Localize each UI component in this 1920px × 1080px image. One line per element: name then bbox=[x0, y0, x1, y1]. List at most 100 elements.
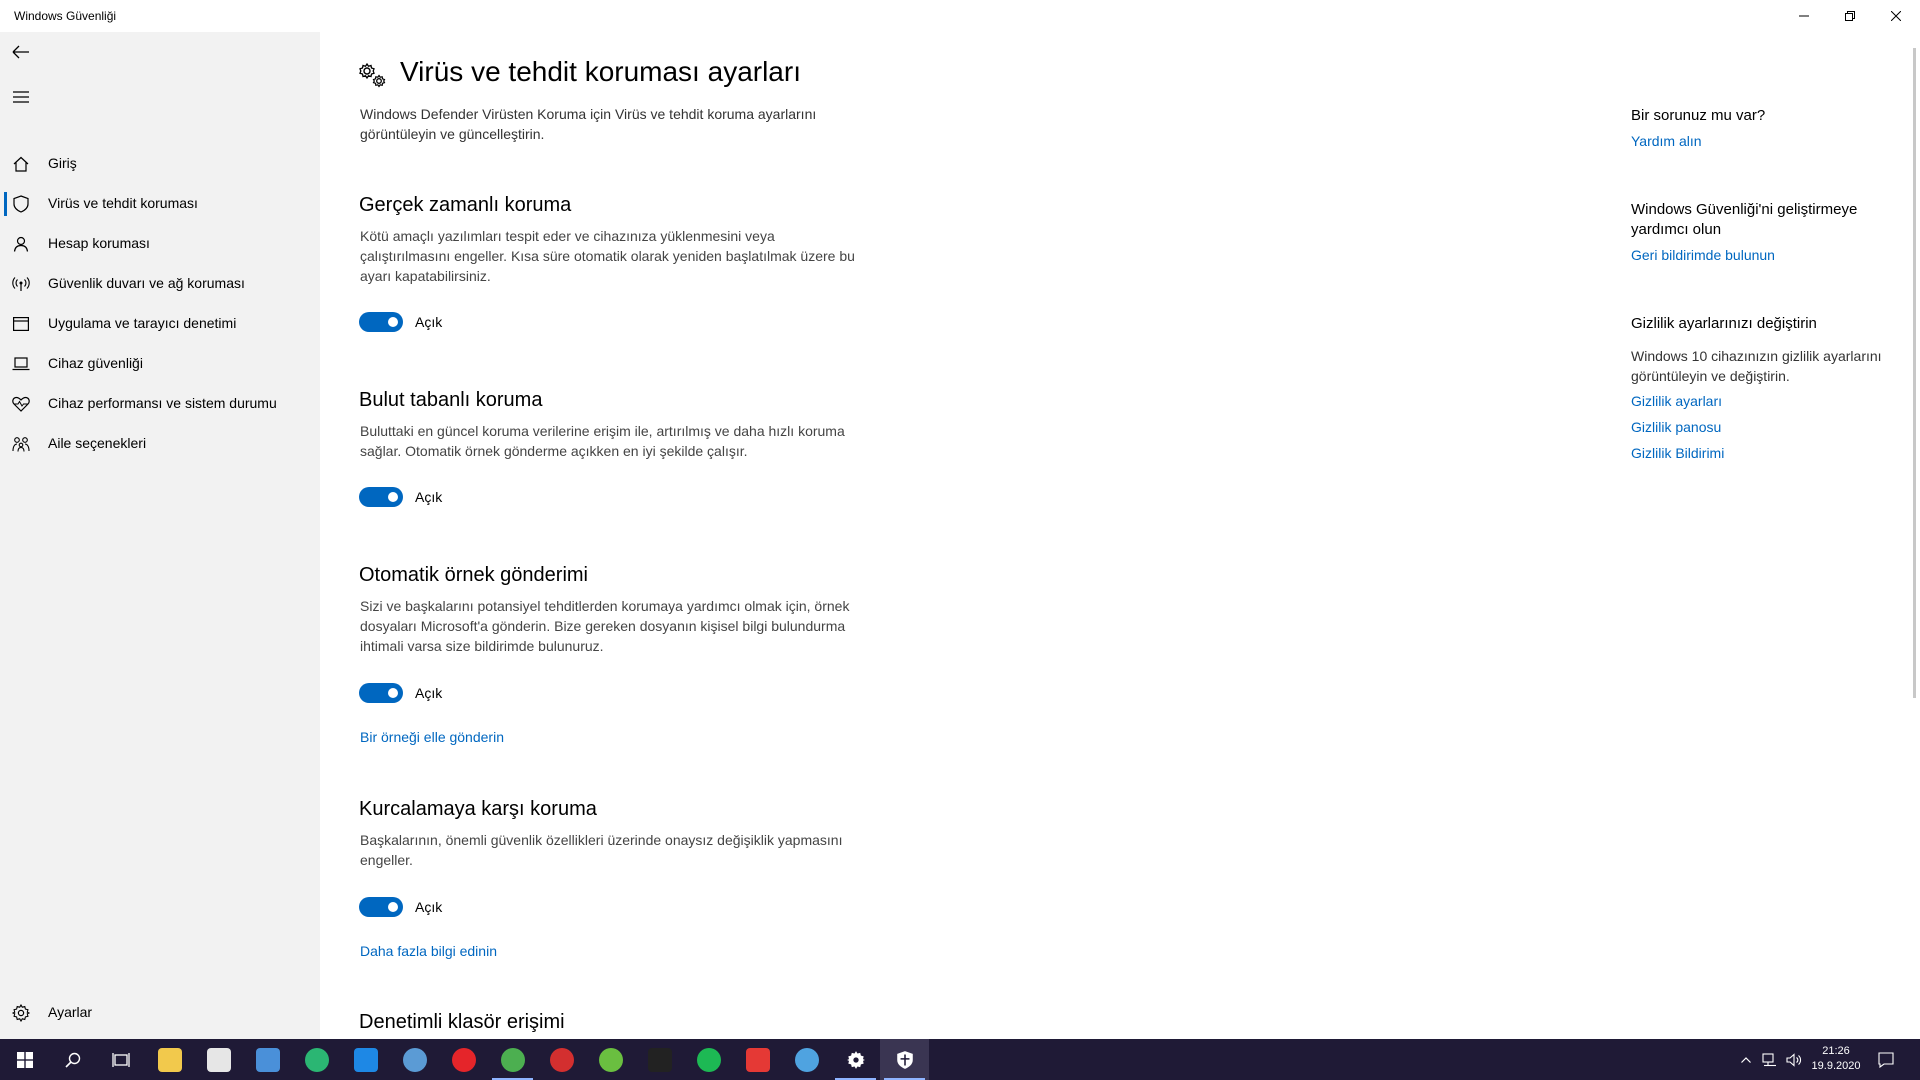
steam-client-icon bbox=[794, 1047, 819, 1072]
sidebar-item-label: Uygulama ve tarayıcı denetimi bbox=[48, 315, 237, 331]
back-arrow-icon bbox=[12, 45, 29, 59]
ccleaner-icon bbox=[549, 1047, 574, 1072]
family-icon bbox=[11, 434, 31, 454]
section-description-tamper: Başkalarının, önemli güvenlik özellikler… bbox=[360, 832, 843, 868]
privacy-statement-link[interactable]: Gizlilik Bildirimi bbox=[1631, 445, 1724, 461]
sidebar-item-family-options[interactable]: Aile seçenekleri bbox=[0, 424, 320, 464]
taskbar-app-store[interactable] bbox=[194, 1039, 243, 1080]
section-title-sample-submission: Otomatik örnek gönderimi bbox=[359, 564, 588, 586]
submit-sample-link[interactable]: Bir örneği elle gönderin bbox=[360, 729, 504, 745]
settings-icon bbox=[846, 1050, 865, 1069]
toggle-knob bbox=[388, 492, 398, 502]
taskbar-app-edge[interactable] bbox=[292, 1039, 341, 1080]
section-title-realtime: Gerçek zamanlı koruma bbox=[359, 194, 572, 216]
restore-icon bbox=[1845, 11, 1855, 21]
toggle-knob bbox=[388, 902, 398, 912]
privacy-title: Gizlilik ayarlarınızı değiştirin bbox=[1631, 315, 1817, 332]
lightning-app-icon bbox=[745, 1047, 770, 1072]
taskbar-app-epic-games[interactable] bbox=[635, 1039, 684, 1080]
toggle-knob bbox=[388, 688, 398, 698]
section-title-tamper: Kurcalamaya karşı koruma bbox=[359, 798, 597, 820]
sidebar-item-label: Cihaz performansı ve sistem durumu bbox=[48, 395, 277, 411]
taskbar-app-xbox[interactable] bbox=[586, 1039, 635, 1080]
realtime-protection-toggle[interactable] bbox=[359, 312, 403, 332]
improve-title: Windows Güvenliği'ni geliştirmeye yardım… bbox=[1631, 201, 1858, 238]
tray-expand-button[interactable] bbox=[1735, 1039, 1757, 1080]
sidebar-item-device-security[interactable]: Cihaz güvenliği bbox=[0, 344, 320, 384]
taskbar-app-windows-security[interactable] bbox=[880, 1039, 929, 1080]
taskbar-app-remote-desktop[interactable] bbox=[243, 1039, 292, 1080]
store-icon bbox=[206, 1047, 231, 1072]
section-description-realtime: Kötü amaçlı yazılımları tespit eder ve c… bbox=[360, 228, 855, 284]
section-title-controlled-folder: Denetimli klasör erişimi bbox=[359, 1011, 565, 1033]
sidebar-item-label: Aile seçenekleri bbox=[48, 435, 147, 451]
taskbar-app-chrome[interactable] bbox=[488, 1039, 537, 1080]
close-button[interactable] bbox=[1873, 0, 1919, 32]
toggle-state-label: Açık bbox=[415, 314, 443, 330]
home-icon bbox=[11, 154, 31, 174]
clock-date: 19.9.2020 bbox=[1811, 1060, 1861, 1072]
section-description-cloud: Buluttaki en güncel koruma verilerine er… bbox=[360, 423, 845, 459]
hamburger-icon bbox=[13, 91, 29, 103]
epic-games-icon bbox=[647, 1047, 672, 1072]
remote-desktop-icon bbox=[255, 1047, 280, 1072]
sidebar-settings-label: Ayarlar bbox=[48, 1004, 93, 1020]
restore-button[interactable] bbox=[1827, 0, 1873, 32]
task-view-icon bbox=[111, 1052, 130, 1067]
taskbar-app-spotify[interactable] bbox=[684, 1039, 733, 1080]
sidebar-item-home[interactable]: Giriş bbox=[0, 144, 320, 184]
taskbar-app-ccleaner[interactable] bbox=[537, 1039, 586, 1080]
chevron-up-icon bbox=[1741, 1056, 1751, 1063]
windows-security-icon bbox=[896, 1050, 913, 1069]
cloud-protection-toggle[interactable] bbox=[359, 487, 403, 507]
menu-button[interactable] bbox=[10, 86, 32, 108]
taskbar-app-opera[interactable] bbox=[439, 1039, 488, 1080]
action-center-button[interactable] bbox=[1866, 1039, 1906, 1080]
page-description: Windows Defender Virüsten Koruma için Vi… bbox=[360, 106, 817, 142]
sidebar-item-app-browser-control[interactable]: Uygulama ve tarayıcı denetimi bbox=[0, 304, 320, 344]
taskbar-clock[interactable]: 21:26 19.9.2020 bbox=[1808, 1044, 1864, 1074]
toggle-state-label: Açık bbox=[415, 899, 443, 915]
back-button[interactable] bbox=[10, 41, 32, 63]
taskbar-app-mail[interactable] bbox=[341, 1039, 390, 1080]
tray-network-button[interactable] bbox=[1758, 1039, 1782, 1080]
sidebar-item-settings[interactable]: Ayarlar bbox=[0, 993, 320, 1033]
sample-submission-toggle[interactable] bbox=[359, 683, 403, 703]
sidebar-item-firewall[interactable]: Güvenlik duvarı ve ağ koruması bbox=[0, 264, 320, 304]
scrollbar[interactable] bbox=[1913, 48, 1916, 698]
close-icon bbox=[1891, 11, 1901, 21]
taskbar-app-settings[interactable] bbox=[831, 1039, 880, 1080]
page-title: Virüs ve tehdit koruması ayarları bbox=[400, 56, 801, 87]
privacy-settings-link[interactable]: Gizlilik ayarları bbox=[1631, 393, 1722, 409]
edge-icon bbox=[304, 1047, 329, 1072]
wifi-antenna-icon bbox=[11, 274, 31, 294]
file-explorer-icon bbox=[157, 1047, 182, 1072]
sidebar-item-account-protection[interactable]: Hesap koruması bbox=[0, 224, 320, 264]
privacy-text: Windows 10 cihazınızın gizlilik ayarları… bbox=[1631, 348, 1882, 384]
taskbar-app-lightning[interactable] bbox=[733, 1039, 782, 1080]
feedback-link[interactable]: Geri bildirimde bulunun bbox=[1631, 247, 1775, 263]
taskbar-app-steam[interactable] bbox=[390, 1039, 439, 1080]
sidebar-item-virus-protection[interactable]: Virüs ve tehdit koruması bbox=[0, 184, 320, 224]
sidebar-item-label: Giriş bbox=[48, 155, 77, 171]
search-button[interactable] bbox=[48, 1039, 97, 1080]
shield-icon bbox=[11, 194, 31, 214]
windows-logo-icon bbox=[16, 1051, 33, 1068]
tray-volume-button[interactable] bbox=[1782, 1039, 1806, 1080]
taskbar-app-steam-client[interactable] bbox=[782, 1039, 831, 1080]
start-button[interactable] bbox=[0, 1039, 49, 1080]
minimize-button[interactable] bbox=[1781, 0, 1827, 32]
sidebar-item-label: Virüs ve tehdit koruması bbox=[48, 195, 198, 211]
sidebar: Giriş Virüs ve tehdit koruması Hesap kor… bbox=[0, 32, 320, 1039]
browser-window-icon bbox=[11, 314, 31, 334]
get-help-link[interactable]: Yardım alın bbox=[1631, 133, 1702, 149]
toggle-state-label: Açık bbox=[415, 489, 443, 505]
sidebar-item-device-performance[interactable]: Cihaz performansı ve sistem durumu bbox=[0, 384, 320, 424]
taskbar-app-file-explorer[interactable] bbox=[145, 1039, 194, 1080]
toggle-state-label: Açık bbox=[415, 685, 443, 701]
task-view-button[interactable] bbox=[96, 1039, 145, 1080]
tamper-protection-toggle[interactable] bbox=[359, 897, 403, 917]
learn-more-link[interactable]: Daha fazla bilgi edinin bbox=[360, 943, 497, 959]
toggle-knob bbox=[388, 317, 398, 327]
privacy-dashboard-link[interactable]: Gizlilik panosu bbox=[1631, 419, 1721, 435]
